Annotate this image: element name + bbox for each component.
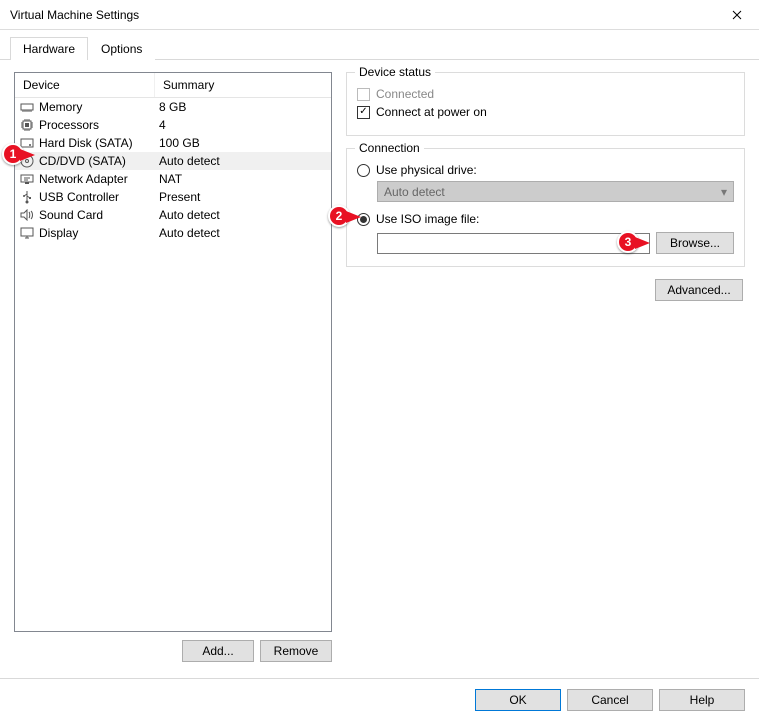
device-summary: Auto detect	[155, 154, 331, 168]
memory-icon	[19, 99, 35, 115]
ok-button[interactable]: OK	[475, 689, 561, 711]
use-physical-radio[interactable]	[357, 164, 370, 177]
network-icon	[19, 171, 35, 187]
device-list: Device Summary Memory 8 GB Processors 4 Hard…	[14, 72, 332, 632]
device-summary: Auto detect	[155, 208, 331, 222]
device-summary: Present	[155, 190, 331, 204]
device-summary: Auto detect	[155, 226, 331, 240]
tabs: Hardware Options	[0, 30, 759, 60]
connection-legend: Connection	[355, 141, 424, 155]
sound-icon	[19, 207, 35, 223]
tab-hardware[interactable]: Hardware	[10, 37, 88, 60]
device-summary: 8 GB	[155, 100, 331, 114]
use-iso-row[interactable]: Use ISO image file:	[357, 212, 734, 226]
device-row-hard-disk-sata-[interactable]: Hard Disk (SATA) 100 GB	[15, 134, 331, 152]
iso-row: Browse...	[377, 232, 734, 254]
tab-options[interactable]: Options	[88, 37, 155, 60]
device-name: Display	[39, 226, 78, 240]
window-title: Virtual Machine Settings	[10, 8, 139, 22]
processor-icon	[19, 117, 35, 133]
device-name: Memory	[39, 100, 82, 114]
device-status-group: Device status Connected ✓ Connect at pow…	[346, 72, 745, 136]
device-row-usb-controller[interactable]: USB Controller Present	[15, 188, 331, 206]
device-row-sound-card[interactable]: Sound Card Auto detect	[15, 206, 331, 224]
device-summary: 4	[155, 118, 331, 132]
device-name: USB Controller	[39, 190, 119, 204]
close-icon	[732, 10, 742, 20]
callout-1: 1	[2, 143, 24, 165]
callout-3: 3	[617, 231, 639, 253]
remove-button[interactable]: Remove	[260, 640, 332, 662]
use-iso-label: Use ISO image file:	[376, 212, 479, 226]
content-area: Device Summary Memory 8 GB Processors 4 Hard…	[0, 60, 759, 670]
header-summary[interactable]: Summary	[155, 73, 331, 97]
device-summary: NAT	[155, 172, 331, 186]
connect-poweron-checkbox[interactable]: ✓	[357, 106, 370, 119]
header-device[interactable]: Device	[15, 73, 155, 97]
use-physical-row[interactable]: Use physical drive:	[357, 163, 734, 177]
connection-group: Connection Use physical drive: Auto dete…	[346, 148, 745, 267]
connect-poweron-row[interactable]: ✓ Connect at power on	[357, 105, 734, 119]
iso-path-input[interactable]	[377, 233, 650, 254]
device-row-processors[interactable]: Processors 4	[15, 116, 331, 134]
device-list-body: Memory 8 GB Processors 4 Hard Disk (SATA) 100…	[15, 98, 331, 631]
device-name: Hard Disk (SATA)	[39, 136, 133, 150]
device-name: Network Adapter	[39, 172, 128, 186]
connected-row: Connected	[357, 87, 734, 101]
connect-poweron-label: Connect at power on	[376, 105, 487, 119]
cancel-button[interactable]: Cancel	[567, 689, 653, 711]
left-buttons: Add... Remove	[14, 640, 332, 662]
advanced-row: Advanced...	[346, 279, 745, 301]
browse-button[interactable]: Browse...	[656, 232, 734, 254]
device-summary: 100 GB	[155, 136, 331, 150]
titlebar: Virtual Machine Settings	[0, 0, 759, 30]
close-button[interactable]	[714, 0, 759, 30]
physical-drive-value: Auto detect	[384, 185, 445, 199]
physical-drive-dropdown: Auto detect ▾	[377, 181, 734, 202]
add-button[interactable]: Add...	[182, 640, 254, 662]
device-name: CD/DVD (SATA)	[39, 154, 126, 168]
device-name: Sound Card	[39, 208, 103, 222]
use-physical-label: Use physical drive:	[376, 163, 477, 177]
display-icon	[19, 225, 35, 241]
left-panel: Device Summary Memory 8 GB Processors 4 Hard…	[14, 72, 332, 662]
callout-2: 2	[328, 205, 350, 227]
device-row-memory[interactable]: Memory 8 GB	[15, 98, 331, 116]
device-row-display[interactable]: Display Auto detect	[15, 224, 331, 242]
device-name: Processors	[39, 118, 99, 132]
chevron-down-icon: ▾	[721, 185, 727, 199]
connected-checkbox	[357, 88, 370, 101]
device-row-cd-dvd-sata-[interactable]: CD/DVD (SATA) Auto detect	[15, 152, 331, 170]
device-list-header: Device Summary	[15, 73, 331, 98]
device-row-network-adapter[interactable]: Network Adapter NAT	[15, 170, 331, 188]
connected-label: Connected	[376, 87, 434, 101]
help-button[interactable]: Help	[659, 689, 745, 711]
device-status-legend: Device status	[355, 65, 435, 79]
usb-icon	[19, 189, 35, 205]
advanced-button[interactable]: Advanced...	[655, 279, 743, 301]
footer: OK Cancel Help	[0, 678, 759, 721]
right-panel: Device status Connected ✓ Connect at pow…	[346, 72, 745, 662]
